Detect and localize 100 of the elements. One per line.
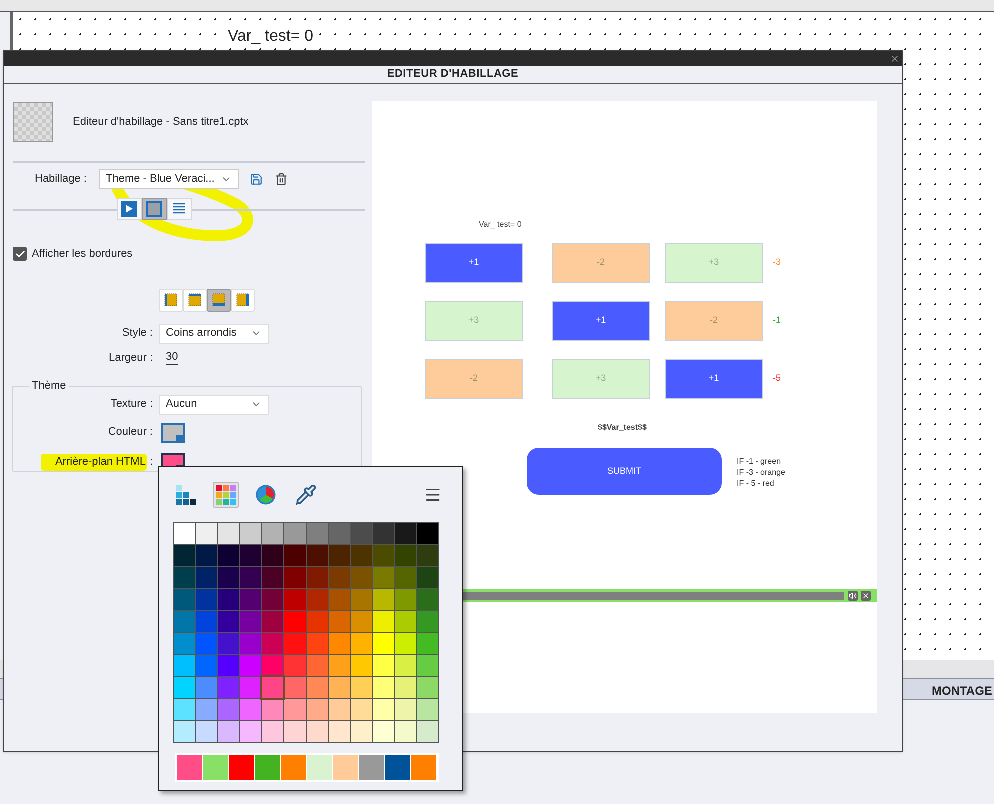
color-cell[interactable] — [350, 721, 372, 742]
color-cell[interactable] — [218, 545, 240, 566]
color-cell[interactable] — [394, 545, 416, 566]
color-cell[interactable] — [196, 655, 218, 676]
recent-color[interactable] — [307, 755, 332, 780]
color-cell[interactable] — [262, 523, 284, 544]
color-cell[interactable] — [394, 655, 416, 676]
color-cell[interactable] — [240, 633, 262, 654]
color-cell[interactable] — [372, 677, 394, 698]
color-cell[interactable] — [218, 655, 240, 676]
color-cell[interactable] — [350, 655, 372, 676]
texture-dropdown[interactable]: Aucun — [159, 394, 269, 414]
color-cell[interactable] — [394, 611, 416, 632]
color-cell[interactable] — [262, 699, 284, 720]
color-cell[interactable] — [218, 567, 240, 588]
color-cell[interactable] — [416, 523, 438, 544]
color-cell[interactable] — [372, 721, 394, 742]
color-cell[interactable] — [196, 611, 218, 632]
recent-color[interactable] — [411, 755, 436, 780]
color-cell[interactable] — [328, 523, 350, 544]
color-cell[interactable] — [306, 677, 328, 698]
color-cell[interactable] — [372, 611, 394, 632]
color-cell[interactable] — [174, 567, 196, 588]
color-cell[interactable] — [174, 655, 196, 676]
color-cell[interactable] — [416, 567, 438, 588]
color-cell[interactable] — [240, 545, 262, 566]
color-cell[interactable] — [306, 633, 328, 654]
color-cell[interactable] — [372, 699, 394, 720]
color-cell[interactable] — [328, 545, 350, 566]
color-cell[interactable] — [174, 589, 196, 610]
color-cell[interactable] — [196, 567, 218, 588]
color-cell[interactable] — [350, 589, 372, 610]
color-cell[interactable] — [284, 699, 306, 720]
color-cell[interactable] — [262, 611, 284, 632]
color-cell[interactable] — [240, 677, 262, 698]
color-cell[interactable] — [394, 567, 416, 588]
color-cell[interactable] — [240, 699, 262, 720]
color-cell[interactable] — [284, 545, 306, 566]
color-cell[interactable] — [394, 633, 416, 654]
color-cell[interactable] — [416, 721, 438, 742]
color-cell[interactable] — [350, 567, 372, 588]
color-cell[interactable] — [262, 589, 284, 610]
recent-color[interactable] — [281, 755, 306, 780]
color-cell[interactable] — [328, 721, 350, 742]
answer-tile[interactable]: +1 — [425, 243, 523, 283]
skin-dropdown[interactable]: Theme - Blue Veraci... — [99, 169, 239, 189]
color-cell[interactable] — [174, 523, 196, 544]
color-cell[interactable] — [262, 545, 284, 566]
color-cell[interactable] — [306, 611, 328, 632]
color-cell[interactable] — [328, 655, 350, 676]
color-cell[interactable] — [350, 611, 372, 632]
color-cell[interactable] — [284, 633, 306, 654]
color-cell[interactable] — [350, 699, 372, 720]
recent-color[interactable] — [229, 755, 254, 780]
color-cell[interactable] — [416, 611, 438, 632]
answer-tile[interactable]: +1 — [665, 359, 763, 399]
color-cell[interactable] — [306, 699, 328, 720]
close-icon[interactable] — [890, 54, 900, 64]
view-tab[interactable] — [142, 198, 166, 220]
trash-icon[interactable] — [275, 172, 288, 186]
color-cell[interactable] — [218, 633, 240, 654]
color-cell[interactable] — [372, 567, 394, 588]
color-cell[interactable] — [394, 699, 416, 720]
style-dropdown[interactable]: Coins arrondis — [159, 324, 269, 344]
color-cell[interactable] — [240, 567, 262, 588]
answer-tile[interactable]: +1 — [552, 301, 650, 341]
color-cell[interactable] — [416, 633, 438, 654]
color-cell[interactable] — [196, 721, 218, 742]
color-cell[interactable] — [174, 545, 196, 566]
color-cell[interactable] — [306, 523, 328, 544]
recent-color[interactable] — [255, 755, 280, 780]
color-cell[interactable] — [284, 567, 306, 588]
color-cell[interactable] — [218, 677, 240, 698]
color-cell[interactable] — [306, 589, 328, 610]
color-cell[interactable] — [394, 589, 416, 610]
border-side-button[interactable] — [207, 288, 231, 312]
color-swatch[interactable] — [161, 422, 185, 442]
color-cell[interactable] — [262, 677, 284, 698]
color-cell[interactable] — [328, 567, 350, 588]
color-cell[interactable] — [350, 523, 372, 544]
color-cell[interactable] — [372, 523, 394, 544]
close-icon[interactable] — [861, 590, 871, 600]
color-cell[interactable] — [372, 655, 394, 676]
color-cell[interactable] — [394, 721, 416, 742]
save-icon[interactable] — [250, 172, 263, 186]
color-cell[interactable] — [174, 677, 196, 698]
color-cell[interactable] — [218, 721, 240, 742]
color-cell[interactable] — [196, 545, 218, 566]
color-cell[interactable] — [416, 589, 438, 610]
color-cell[interactable] — [262, 567, 284, 588]
color-cell[interactable] — [306, 545, 328, 566]
color-cell[interactable] — [174, 611, 196, 632]
color-cell[interactable] — [196, 589, 218, 610]
color-cell[interactable] — [306, 567, 328, 588]
recent-color[interactable] — [359, 755, 384, 780]
color-cell[interactable] — [174, 721, 196, 742]
color-cell[interactable] — [196, 677, 218, 698]
color-cell[interactable] — [350, 545, 372, 566]
color-cell[interactable] — [328, 633, 350, 654]
color-cell[interactable] — [196, 633, 218, 654]
